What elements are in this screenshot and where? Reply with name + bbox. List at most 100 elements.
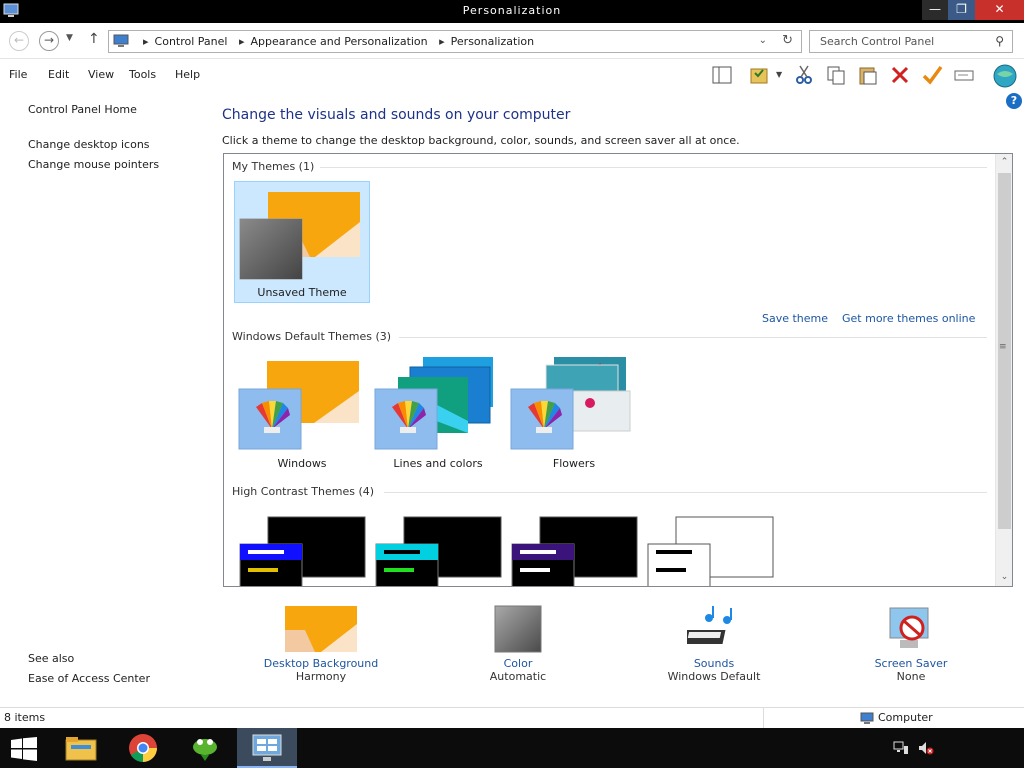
theme-tile-unsaved[interactable]: Unsaved Theme [234,181,370,303]
screen-saver-option[interactable]: Screen Saver None [831,604,991,683]
copy-icon[interactable] [825,64,847,86]
group-label-default-themes[interactable]: Windows Default Themes (3) [232,330,398,343]
breadcrumb-item[interactable]: Personalization [451,35,534,48]
cash-app-icon [193,739,217,761]
option-value: Windows Default [667,670,761,683]
refresh-icon[interactable]: ↻ [782,33,793,48]
theme-tile-lines-and-colors[interactable]: Lines and colors [370,351,506,473]
sidebar: Control Panel Home Change desktop icons … [0,95,220,707]
start-icon[interactable] [10,737,38,761]
theme-tile-high-contrast-1[interactable] [234,514,370,586]
group-label-my-themes[interactable]: My Themes (1) [232,160,321,173]
theme-tile-high-contrast-white[interactable] [642,514,778,586]
theme-tile-high-contrast-2[interactable] [370,514,506,586]
sidebar-link-desktop-icons[interactable]: Change desktop icons [28,138,150,151]
window-title: Personalization [462,4,562,17]
forward-button[interactable]: → [39,31,59,51]
color-swatch-icon [494,605,542,653]
network-icon[interactable] [893,741,909,755]
scroll-down-icon[interactable]: ⌄ [996,569,1013,586]
minimize-button[interactable]: — [922,0,948,20]
themes-scrollbar[interactable]: ⌃ ≡ ⌄ [995,154,1012,586]
scroll-grip-icon: ≡ [999,342,1007,352]
sidebar-link-ease-of-access[interactable]: Ease of Access Center [28,672,150,685]
menu-help[interactable]: Help [175,68,200,81]
item-count: 8 items [4,711,46,724]
navigation-bar: ← → ▼ ↑ ▸ Control Panel ▸ Appearance and P… [0,23,1024,59]
close-button[interactable]: ✕ [975,0,1024,20]
theme-label: Flowers [552,457,596,470]
option-label[interactable]: Sounds [634,657,794,670]
theme-tile-windows[interactable]: Windows [234,351,370,473]
option-label[interactable]: Desktop Background [241,657,401,670]
menu-tools[interactable]: Tools [129,68,156,81]
option-value: Automatic [489,670,547,683]
file-explorer-icon [65,737,97,761]
color-option[interactable]: Color Automatic [438,604,598,683]
status-bar: 8 items Computer [0,707,1024,728]
taskbar-chrome[interactable] [113,728,173,768]
properties-folder-icon[interactable] [749,64,771,86]
cut-icon[interactable] [793,64,815,86]
help-icon[interactable]: ? [1006,93,1022,109]
option-label[interactable]: Color [438,657,598,670]
get-more-themes-link[interactable]: Get more themes online [842,312,975,325]
theme-tile-high-contrast-black[interactable] [506,514,642,586]
search-icon[interactable]: ⚲ [995,34,1004,48]
globe-icon[interactable] [991,62,1019,90]
group-divider [384,492,987,493]
scroll-up-icon[interactable]: ⌃ [996,154,1013,171]
theme-tile-flowers[interactable]: Flowers [506,351,642,473]
recent-locations-chevron-icon[interactable]: ▼ [66,33,73,43]
taskbar-control-panel[interactable] [237,728,297,768]
themes-list[interactable]: My Themes (1) Unsaved Theme Save theme G… [223,153,1013,587]
theme-label: Unsaved Theme [257,286,347,299]
checkmark-icon[interactable] [921,64,943,86]
chrome-icon [129,734,157,762]
search-box[interactable]: Search Control Panel ⚲ [809,30,1013,53]
desktop-background-option[interactable]: Desktop Background Harmony [241,604,401,683]
sounds-option[interactable]: Sounds Windows Default [634,604,794,683]
taskbar-file-explorer[interactable] [51,728,111,768]
volume-muted-icon[interactable] [918,741,934,755]
option-value: None [896,670,926,683]
page-title: Change the visuals and sounds on your co… [222,107,571,123]
group-label-high-contrast[interactable]: High Contrast Themes (4) [232,485,381,498]
sounds-icon [682,606,732,644]
taskbar-cash-app[interactable] [175,728,235,768]
maximize-button[interactable]: ❐ [948,0,975,20]
theme-preview-image [511,516,638,586]
search-input[interactable]: Search Control Panel [820,35,934,48]
address-dropdown-icon[interactable]: ⌄ [759,35,767,46]
theme-label: Lines and colors [393,457,483,470]
toolbar-dropdown-icon[interactable]: ▼ [776,70,782,79]
breadcrumb: ▸ Control Panel ▸ Appearance and Personali… [143,35,535,48]
theme-label: Windows [277,457,327,470]
sidebar-link-mouse-pointers[interactable]: Change mouse pointers [28,158,159,171]
save-theme-link[interactable]: Save theme [762,312,828,325]
group-divider [294,167,987,168]
up-arrow-icon[interactable]: ↑ [88,31,100,47]
see-also-heading: See also [28,652,75,665]
menu-edit[interactable]: Edit [48,68,69,81]
option-value: Harmony [295,670,347,683]
desktop-background-icon [285,606,357,652]
computer-icon [860,712,874,724]
breadcrumb-item[interactable]: Appearance and Personalization [251,35,428,48]
address-bar[interactable]: ▸ Control Panel ▸ Appearance and Personali… [108,30,802,53]
delete-icon[interactable] [889,64,911,86]
preview-pane-icon[interactable] [711,64,733,86]
menu-file[interactable]: File [9,68,27,81]
control-panel-icon [113,34,129,47]
rename-icon[interactable] [953,64,975,86]
sidebar-link-home[interactable]: Control Panel Home [28,103,137,116]
breadcrumb-item[interactable]: Control Panel [155,35,228,48]
status-divider [763,708,764,728]
screen-saver-icon [889,607,929,648]
back-button[interactable]: ← [9,31,29,51]
option-label[interactable]: Screen Saver [831,657,991,670]
theme-preview-image [375,516,502,586]
menu-view[interactable]: View [88,68,114,81]
theme-preview-image [510,357,631,450]
paste-icon[interactable] [857,64,879,86]
